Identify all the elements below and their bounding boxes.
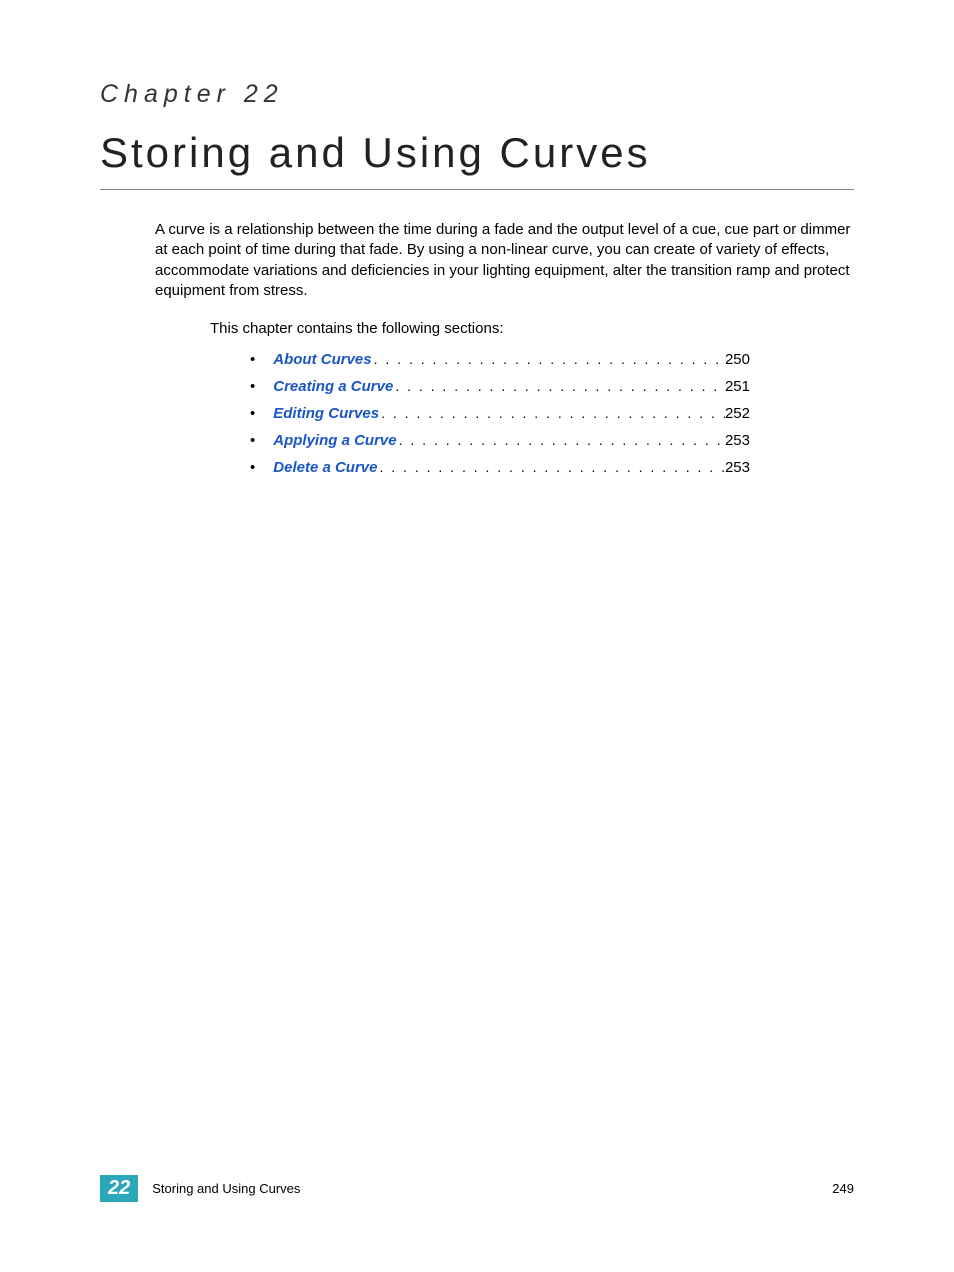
bullet-icon: • bbox=[250, 378, 255, 395]
leader-dots bbox=[377, 459, 724, 475]
leader-dots bbox=[372, 351, 725, 367]
toc-page-ref: 253 bbox=[725, 459, 750, 476]
sections-intro: This chapter contains the following sect… bbox=[210, 319, 854, 339]
intro-paragraph: A curve is a relationship between the ti… bbox=[155, 220, 854, 301]
toc-item: • About Curves 250 bbox=[250, 351, 750, 368]
toc-page-ref: 253 bbox=[725, 432, 750, 449]
chapter-label: Chapter 22 bbox=[100, 80, 854, 109]
page-footer: 22 Storing and Using Curves 249 bbox=[100, 1175, 854, 1202]
toc-link-editing-curves[interactable]: Editing Curves bbox=[273, 405, 379, 422]
toc-link-creating-curve[interactable]: Creating a Curve bbox=[273, 378, 393, 395]
toc-page-ref: 250 bbox=[725, 351, 750, 368]
toc-link-applying-curve[interactable]: Applying a Curve bbox=[273, 432, 396, 449]
toc-link-delete-curve[interactable]: Delete a Curve bbox=[273, 459, 377, 476]
footer-chapter-title: Storing and Using Curves bbox=[152, 1181, 832, 1196]
footer-page-number: 249 bbox=[832, 1181, 854, 1196]
toc-item: • Applying a Curve 253 bbox=[250, 432, 750, 449]
bullet-icon: • bbox=[250, 459, 255, 476]
toc-page-ref: 251 bbox=[725, 378, 750, 395]
leader-dots bbox=[379, 405, 725, 421]
leader-dots bbox=[397, 432, 725, 448]
page-content: Chapter 22 Storing and Using Curves A cu… bbox=[0, 0, 954, 476]
toc-item: • Creating a Curve 251 bbox=[250, 378, 750, 395]
bullet-icon: • bbox=[250, 405, 255, 422]
toc-item: • Delete a Curve 253 bbox=[250, 459, 750, 476]
toc-item: • Editing Curves 252 bbox=[250, 405, 750, 422]
toc-list: • About Curves 250 • Creating a Curve 25… bbox=[250, 351, 750, 476]
toc-page-ref: 252 bbox=[725, 405, 750, 422]
leader-dots bbox=[393, 378, 725, 394]
bullet-icon: • bbox=[250, 351, 255, 368]
chapter-title: Storing and Using Curves bbox=[100, 129, 854, 190]
bullet-icon: • bbox=[250, 432, 255, 449]
chapter-number-badge: 22 bbox=[100, 1175, 138, 1202]
toc-link-about-curves[interactable]: About Curves bbox=[273, 351, 371, 368]
